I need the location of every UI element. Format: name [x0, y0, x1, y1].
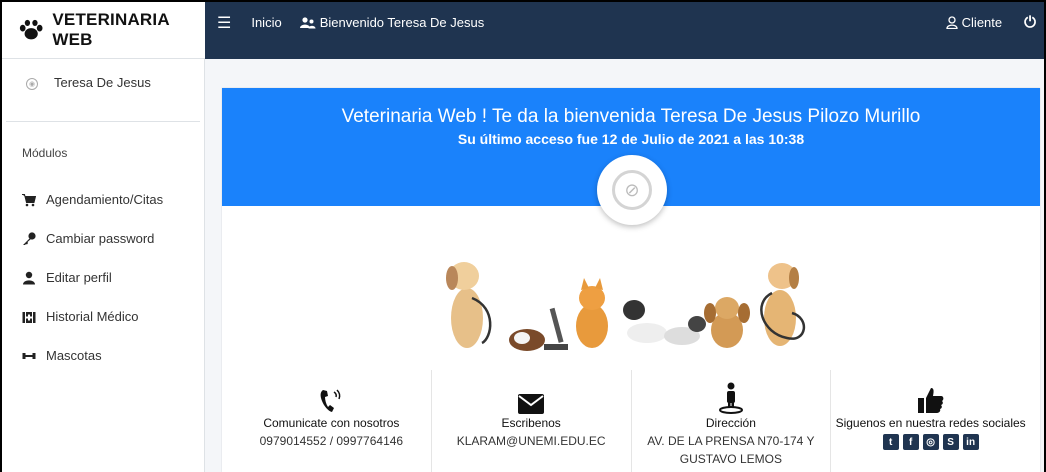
- sidebar-item-label: Editar perfil: [46, 270, 112, 285]
- sidebar-item-edit-profile[interactable]: Editar perfil: [2, 258, 204, 297]
- social-links: t f ◎ S in: [831, 434, 1030, 450]
- power-icon[interactable]: ⏻: [1024, 14, 1036, 31]
- contact-title: Comunicate con nosotros: [263, 416, 400, 430]
- modules-header: Módulos: [22, 146, 68, 160]
- instagram-icon[interactable]: ◎: [922, 434, 939, 450]
- top-navbar: ☰ Inicio Bienvenido Teresa De Jesus Clie…: [205, 2, 1044, 59]
- sidebar-item-medical-history[interactable]: Historial Médico: [2, 297, 204, 336]
- brand[interactable]: VETERINARIA WEB: [2, 2, 205, 59]
- brand-title: VETERINARIA WEB: [52, 10, 170, 49]
- contact-social: Siguenos en nuestra redes sociales t f ◎…: [831, 370, 1030, 472]
- welcome-message: Veterinaria Web ! Te da la bienvenida Te…: [341, 106, 921, 127]
- phone-icon: [320, 389, 341, 412]
- sidebar-item-label: Mascotas: [46, 348, 102, 363]
- sidebar-menu: Agendamiento/Citas Cambiar password Edit…: [2, 180, 204, 375]
- user-avatar-icon: ◉: [26, 78, 38, 90]
- dumbbell-icon: [22, 352, 36, 359]
- sidebar-user-name: Teresa De Jesus: [54, 75, 151, 90]
- last-access: Su último acceso fue 12 de Julio de 2021…: [457, 131, 805, 147]
- user-outline-icon: [946, 16, 958, 29]
- skype-icon[interactable]: S: [942, 434, 959, 450]
- users-icon: [299, 16, 316, 28]
- contact-email: Escribenos KLARAM@UNEMI.EDU.EC: [432, 370, 632, 472]
- welcome-card: Veterinaria Web ! Te da la bienvenida Te…: [222, 88, 1040, 472]
- paw-icon: [19, 19, 43, 40]
- nav-right: Cliente ⏻: [946, 14, 1044, 31]
- sidebar-item-appointments[interactable]: Agendamiento/Citas: [2, 180, 204, 219]
- person-location-icon: [718, 382, 743, 414]
- cart-icon: [22, 193, 36, 206]
- nav-home-link[interactable]: Inicio: [251, 15, 281, 30]
- sidebar-item-label: Historial Médico: [46, 309, 139, 324]
- sidebar-item-change-password[interactable]: Cambiar password: [2, 219, 204, 258]
- profile-avatar: ⊘: [597, 155, 667, 225]
- thumbs-up-icon: [917, 388, 944, 413]
- nav-welcome: Bienvenido Teresa De Jesus: [299, 15, 485, 30]
- twitter-icon[interactable]: t: [882, 434, 899, 450]
- sidebar: ◉ Teresa De Jesus Módulos Agendamiento/C…: [2, 59, 205, 472]
- email-title: Escribenos: [501, 416, 561, 430]
- sidebar-item-label: Cambiar password: [46, 231, 155, 246]
- user-icon: [23, 271, 35, 284]
- nav-welcome-text: Bienvenido Teresa De Jesus: [319, 15, 485, 30]
- app-window: VETERINARIA WEB ☰ Inicio Bienvenido Tere…: [2, 2, 1044, 472]
- contact-address: Dirección AV. DE LA PRENSA N70-174 Y GUS…: [632, 370, 832, 472]
- menu-toggle-icon[interactable]: ☰: [217, 13, 231, 33]
- facebook-icon[interactable]: f: [902, 434, 919, 450]
- address-value: AV. DE LA PRENSA N70-174 Y GUSTAVO LEMOS: [647, 434, 815, 466]
- contact-phone: Comunicate con nosotros 0979014552 / 099…: [232, 370, 432, 472]
- contact-phones: 0979014552 / 0997764146: [259, 434, 404, 448]
- medkit-icon: [22, 311, 36, 323]
- sidebar-item-label: Agendamiento/Citas: [46, 192, 164, 207]
- linkedin-icon[interactable]: in: [962, 434, 979, 450]
- address-title: Dirección: [705, 416, 756, 430]
- nav-client-link[interactable]: Cliente: [946, 15, 1002, 30]
- envelope-icon: [518, 394, 545, 414]
- email-value[interactable]: KLARAM@UNEMI.EDU.EC: [432, 432, 631, 450]
- sidebar-item-pets[interactable]: Mascotas: [2, 336, 204, 375]
- user-panel[interactable]: ◉ Teresa De Jesus: [6, 59, 200, 122]
- contact-info-row: Comunicate con nosotros 0979014552 / 099…: [232, 370, 1030, 472]
- key-icon: [23, 231, 36, 245]
- social-title: Siguenos en nuestra redes sociales: [835, 416, 1026, 430]
- pets-illustration: [446, 262, 806, 351]
- no-photo-icon: ⊘: [612, 170, 652, 210]
- nav-client-label: Cliente: [961, 15, 1003, 30]
